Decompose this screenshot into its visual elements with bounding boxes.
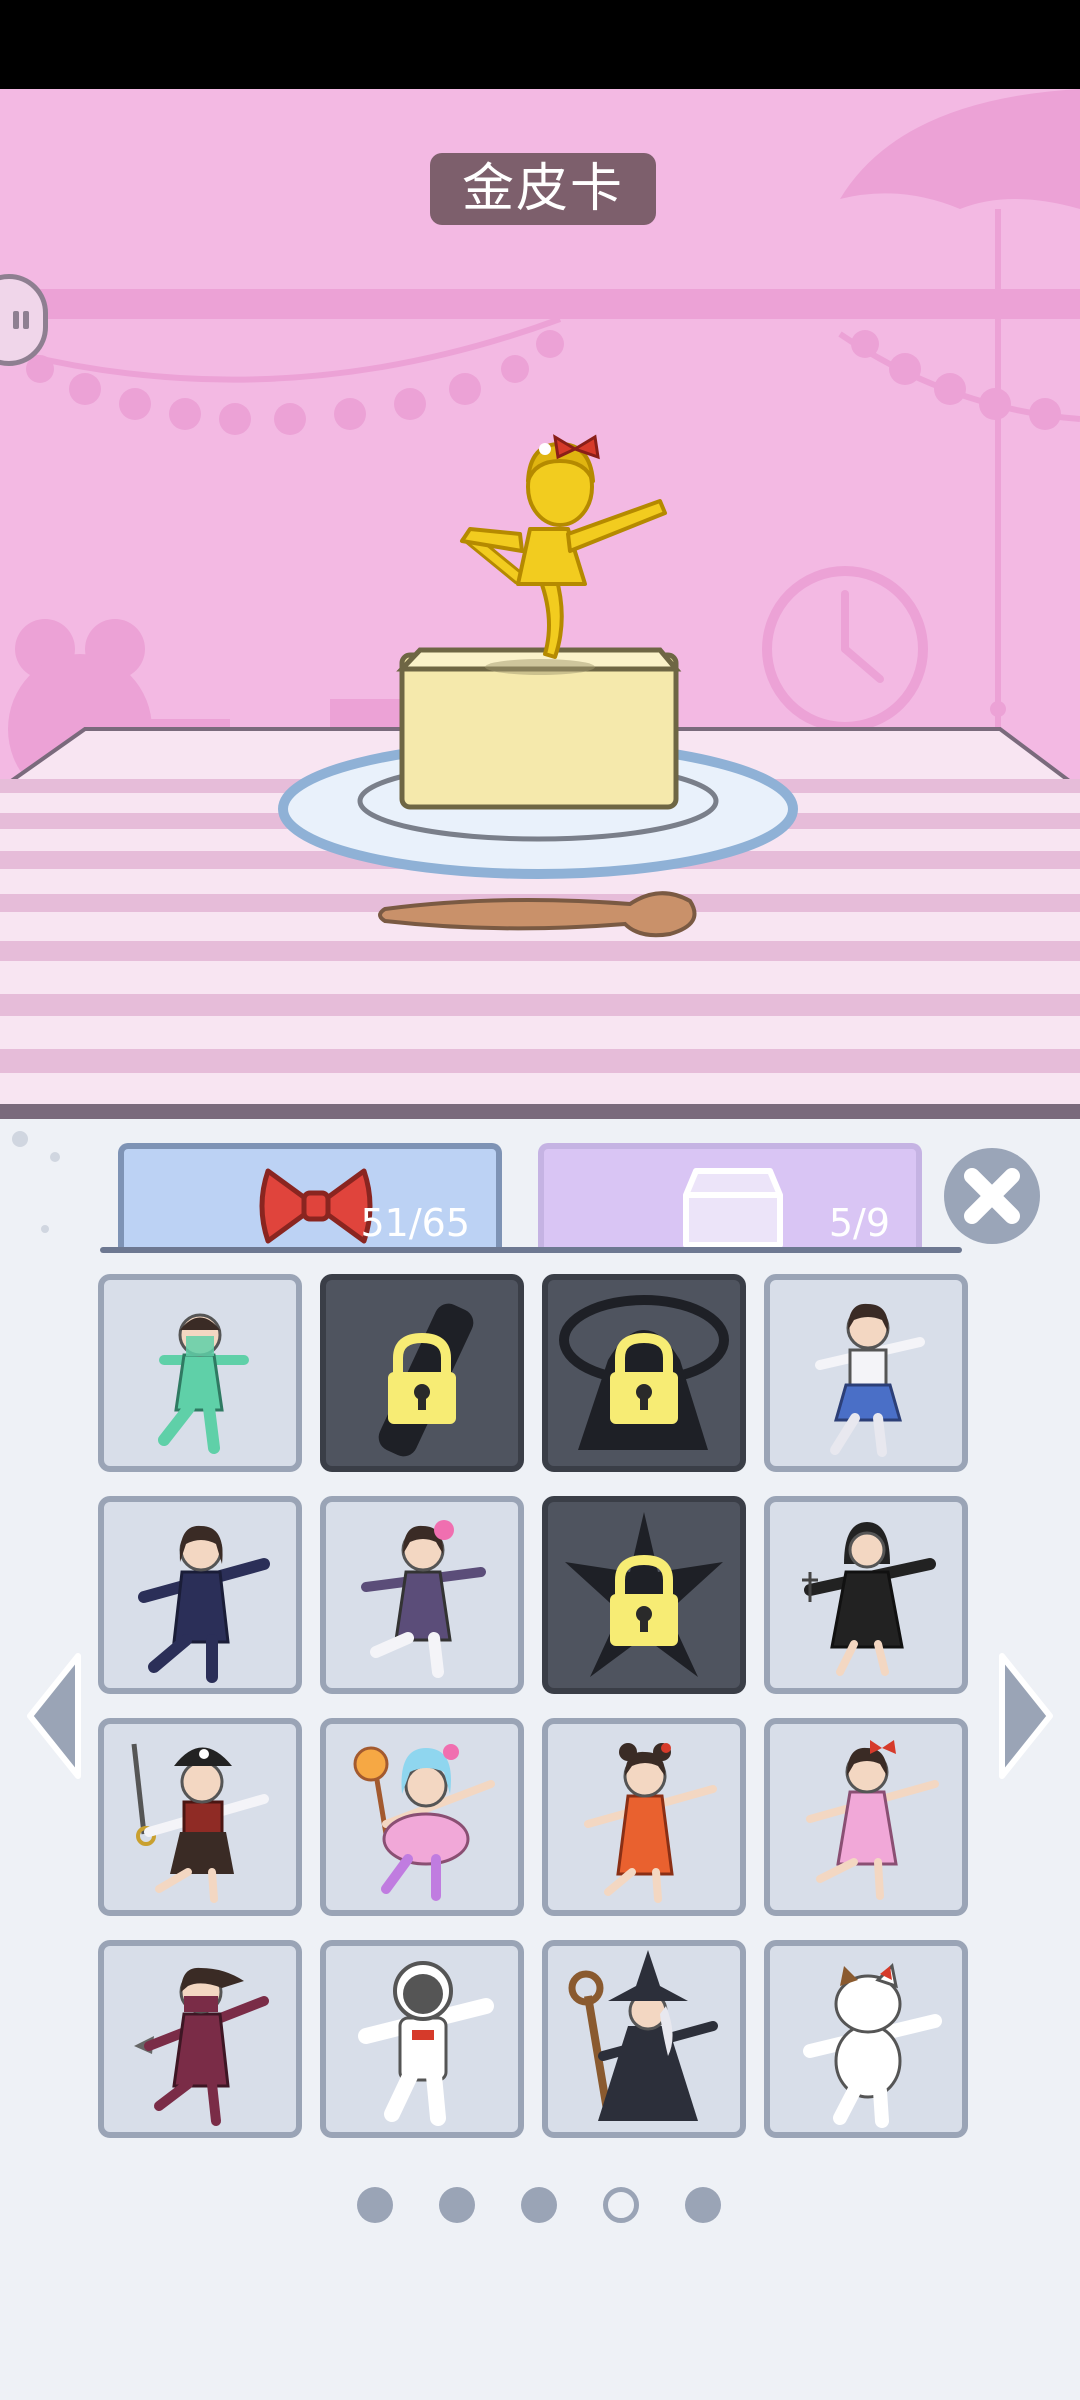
pink-dress-character-icon (806, 1740, 939, 1900)
costume-pink-dress[interactable] (764, 1718, 968, 1916)
genie-character-icon (158, 1313, 249, 1454)
costume-locked-bride[interactable] (542, 1274, 746, 1472)
lock-icon (559, 1295, 729, 1450)
costume-schoolgirl[interactable] (764, 1274, 968, 1472)
flower-girl-character-icon (361, 1520, 486, 1678)
candy-character-icon (353, 1744, 495, 1901)
lock-icon (378, 1303, 474, 1457)
costume-pirate[interactable] (98, 1718, 302, 1916)
tab-outfits[interactable]: 51/65 (118, 1143, 502, 1253)
pirate-character-icon (131, 1743, 269, 1903)
costume-cat[interactable] (764, 1940, 968, 2138)
boxes-count: 5/9 (828, 1201, 890, 1245)
costume-qipao[interactable] (542, 1718, 746, 1916)
status-bar (0, 0, 1080, 89)
cake-scene-illustration (0, 89, 1080, 1119)
outfits-count: 51/65 (360, 1201, 470, 1245)
costume-flower-girl[interactable] (320, 1496, 524, 1694)
cat-character-icon (803, 1962, 942, 2128)
ninja-character-icon (134, 1967, 269, 2126)
box-icon (683, 1168, 783, 1248)
uniform-character-icon (138, 1525, 270, 1683)
page-dot-2[interactable] (439, 2187, 475, 2223)
page-dot-3[interactable] (521, 2187, 557, 2223)
qipao-character-icon (584, 1743, 717, 1903)
page-dot-5[interactable] (685, 2187, 721, 2223)
page-title: 金皮卡 (430, 153, 656, 225)
schoolgirl-character-icon (815, 1303, 925, 1457)
witch-character-icon (568, 1950, 718, 2121)
astronaut-character-icon (358, 1961, 494, 2126)
next-page-arrow[interactable] (996, 1652, 1056, 1780)
costume-locked-battleship[interactable] (542, 1496, 746, 1694)
tab-underline (100, 1247, 962, 1253)
costume-nun[interactable] (764, 1496, 968, 1694)
close-button[interactable] (944, 1148, 1040, 1244)
costume-locked-scroll[interactable] (320, 1274, 524, 1472)
preview-scene: 金皮卡 (0, 89, 1080, 1119)
page-dot-1[interactable] (357, 2187, 393, 2223)
costume-japanese-uniform[interactable] (98, 1496, 302, 1694)
costume-candy[interactable] (320, 1718, 524, 1916)
bow-icon (259, 1168, 373, 1244)
costume-witch[interactable] (542, 1940, 746, 2138)
costume-genie[interactable] (98, 1274, 302, 1472)
tab-boxes[interactable]: 5/9 (538, 1143, 922, 1253)
page-dot-4-current[interactable] (603, 2187, 639, 2223)
previous-page-arrow[interactable] (24, 1652, 84, 1780)
costume-astronaut[interactable] (320, 1940, 524, 2138)
costume-ninja[interactable] (98, 1940, 302, 2138)
close-icon (964, 1168, 1020, 1224)
nun-character-icon (802, 1522, 936, 1676)
lock-icon (565, 1512, 723, 1677)
